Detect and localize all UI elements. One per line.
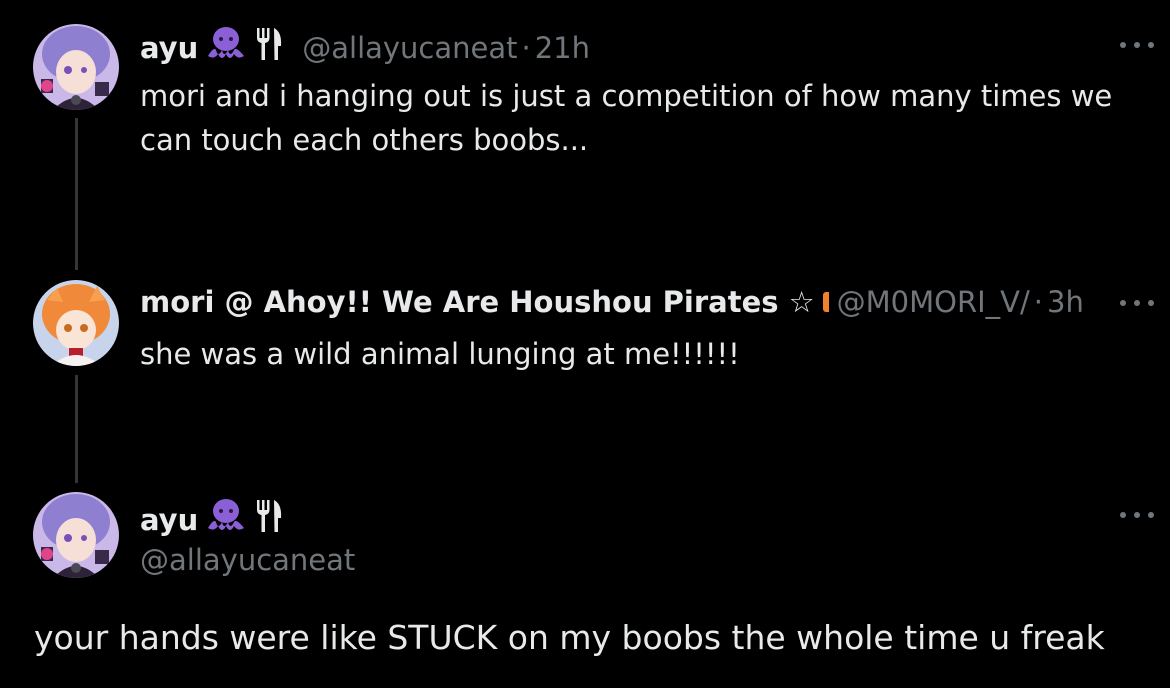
more-icon[interactable] bbox=[1120, 510, 1154, 520]
tweet-2[interactable]: mori @ Ahoy!! We Are Houshou Pirates ☆ @… bbox=[0, 270, 1170, 482]
tweet-text: she was a wild animal lunging at me!!!!!… bbox=[140, 337, 740, 371]
handle[interactable]: @allayucaneat bbox=[140, 542, 355, 578]
display-name[interactable]: ayu bbox=[140, 30, 198, 66]
avatar[interactable] bbox=[33, 24, 119, 110]
timestamp[interactable]: 21h bbox=[535, 30, 590, 66]
separator: · bbox=[521, 31, 531, 65]
avatar[interactable] bbox=[33, 280, 119, 366]
orange-circle-icon bbox=[822, 292, 829, 312]
fork-and-knife-icon bbox=[254, 498, 286, 542]
tweet-header: ayu @allayucaneat · 21h bbox=[140, 26, 590, 70]
display-name[interactable]: ayu bbox=[140, 502, 198, 538]
fork-and-knife-icon bbox=[254, 26, 286, 70]
separator: · bbox=[1033, 285, 1043, 319]
more-icon[interactable] bbox=[1120, 298, 1154, 308]
tweet-header-handle: @allayucaneat bbox=[140, 542, 355, 578]
tweet-header: ayu bbox=[140, 498, 286, 542]
handle[interactable]: @M0MORI_V/ bbox=[837, 284, 1030, 320]
timestamp[interactable]: 3h bbox=[1047, 284, 1084, 320]
octopus-icon bbox=[204, 498, 248, 542]
main-tweet[interactable]: ayu @allayucaneat your hands were like S… bbox=[0, 482, 1170, 688]
more-icon[interactable] bbox=[1120, 40, 1154, 50]
display-name[interactable]: mori @ Ahoy!! We Are Houshou Pirates ☆ bbox=[140, 284, 815, 320]
tweet-text: your hands were like STUCK on my boobs t… bbox=[34, 618, 1105, 657]
octopus-icon bbox=[204, 26, 248, 70]
tweet-1[interactable]: ayu @allayucaneat · 21h mori and i hangi… bbox=[0, 0, 1170, 270]
tweet-header: mori @ Ahoy!! We Are Houshou Pirates ☆ @… bbox=[140, 284, 1084, 320]
avatar[interactable] bbox=[33, 492, 119, 578]
tweet-text: mori and i hanging out is just a competi… bbox=[140, 79, 1113, 157]
handle[interactable]: @allayucaneat bbox=[302, 30, 517, 66]
